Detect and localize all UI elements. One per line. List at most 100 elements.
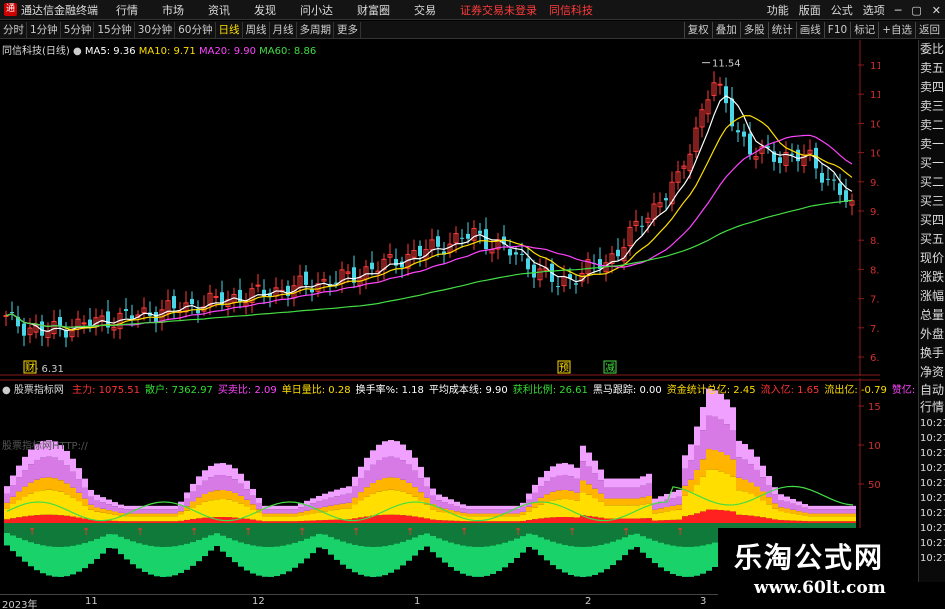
sidebar-item[interactable]: 净资 [919, 363, 945, 382]
outflow-bar-dark [160, 523, 166, 547]
outflow-bar-dark [52, 523, 58, 547]
sidebar-item[interactable]: 现价 [919, 249, 945, 268]
period-15min[interactable]: 15分钟 [95, 21, 135, 38]
price-tick-label: 9.00 [870, 207, 880, 218]
menu-market[interactable]: 市场 [162, 2, 184, 18]
tool-mark[interactable]: 标记 [850, 22, 878, 38]
inflow-bar-segment [466, 509, 472, 514]
period-multi[interactable]: 多周期 [298, 21, 334, 38]
sidebar-item[interactable]: 涨跌 [919, 268, 945, 287]
indicator-header: ● 股票指标网 主力: 1075.51 散户: 7362.97 买卖比: 2.09 单… [2, 381, 941, 396]
menu-discover[interactable]: 发现 [254, 2, 276, 18]
inflow-bar-segment [286, 509, 292, 514]
inflow-bar-segment [592, 473, 598, 489]
tool-draw[interactable]: 画线 [795, 22, 824, 38]
inflow-bar-segment [250, 495, 256, 505]
inflow-bar-segment [340, 487, 346, 495]
sidebar-item[interactable]: 买一 [919, 154, 945, 173]
inflow-bar-segment [76, 468, 82, 480]
outflow-bar-dark [328, 523, 334, 538]
inflow-bar-segment [532, 484, 538, 493]
menu-market-quotes[interactable]: 行情 [116, 2, 138, 18]
period-more[interactable]: 更多 [335, 21, 361, 38]
tool-overlay[interactable]: 叠加 [711, 22, 740, 38]
inflow-bar-segment [406, 482, 412, 494]
sidebar-item[interactable]: 卖三 [919, 97, 945, 116]
inflow-bar-segment [82, 487, 88, 499]
inflow-bar-segment [376, 515, 382, 523]
menu-news[interactable]: 资讯 [208, 2, 230, 18]
inflow-bar-segment [796, 520, 802, 523]
inflow-bar-segment [94, 494, 100, 501]
menu-layout[interactable]: 版面 [799, 2, 821, 18]
tool-back[interactable]: 返回 [915, 22, 943, 38]
tool-f10[interactable]: F10 [823, 22, 850, 38]
price-tick-label: 8.50 [870, 236, 880, 247]
inflow-bar-segment [406, 515, 412, 523]
menu-trade[interactable]: 交易 [414, 2, 436, 18]
login-notice[interactable]: 证券交易未登录 [460, 2, 537, 18]
sidebar-item[interactable]: 涨幅 [919, 287, 945, 306]
inflow-bar-segment [454, 511, 460, 515]
tick-time: 10:27 [920, 508, 945, 519]
outflow-bar-dark [70, 523, 76, 546]
maximize-icon[interactable]: ▢ [911, 4, 921, 17]
inflow-bar-segment [154, 509, 160, 514]
menu-ask[interactable]: 问小达 [300, 2, 333, 18]
period-1min[interactable]: 1分钟 [28, 21, 61, 38]
period-5min[interactable]: 5分钟 [62, 21, 95, 38]
candle-body-down [58, 317, 62, 327]
period-tick[interactable]: 分时 [1, 21, 27, 38]
sidebar-item[interactable]: 买三 [919, 192, 945, 211]
tool-add-watchlist[interactable]: +自选 [878, 22, 915, 38]
outflow-bar-dark [202, 523, 208, 538]
sidebar-item[interactable]: 买四 [919, 211, 945, 230]
inflow-bar-segment [628, 478, 634, 488]
inflow-bar-segment [4, 486, 10, 494]
menu-function[interactable]: 功能 [767, 2, 789, 18]
tick-panel-label[interactable]: 行情 [919, 399, 945, 416]
sidebar-item[interactable]: 买五 [919, 230, 945, 249]
menu-options[interactable]: 选项 [863, 2, 885, 18]
sidebar-item[interactable]: 换手 [919, 344, 945, 363]
inflow-bar-segment [310, 509, 316, 514]
tool-adjust[interactable]: 复权 [683, 22, 712, 38]
outflow-bar-dark [340, 523, 346, 542]
menu-formula[interactable]: 公式 [831, 2, 853, 18]
tick-panel-label[interactable]: 自动 [919, 382, 945, 399]
minimize-icon[interactable]: ─ [895, 4, 902, 17]
period-monthly[interactable]: 月线 [271, 21, 297, 38]
inflow-bar-segment [406, 493, 412, 516]
sidebar-item[interactable]: 买二 [919, 173, 945, 192]
period-weekly[interactable]: 周线 [244, 21, 270, 38]
inflow-bar-segment [166, 513, 172, 517]
inflow-bar-segment [670, 519, 676, 523]
tool-stats[interactable]: 统计 [767, 22, 796, 38]
ma-toggle-icon[interactable]: ● [73, 46, 82, 57]
sidebar-item[interactable]: 委比 [919, 40, 945, 59]
tool-multi-stock[interactable]: 多股 [739, 22, 768, 38]
close-icon[interactable]: ✕ [932, 4, 941, 17]
menu-wealth[interactable]: 财富圈 [357, 2, 390, 18]
period-60min[interactable]: 60分钟 [176, 21, 216, 38]
period-daily[interactable]: 日线 [217, 21, 243, 38]
indicator-toggle-icon[interactable]: ● [2, 385, 11, 396]
sidebar-item[interactable]: 外盘 [919, 325, 945, 344]
sidebar-item[interactable]: 卖五 [919, 59, 945, 78]
ma60-label: MA60: 8.86 [259, 46, 317, 57]
inflow-bar-segment [262, 521, 268, 523]
inflow-bar-segment [172, 509, 178, 514]
sidebar-item[interactable]: 卖二 [919, 116, 945, 135]
stock-notice[interactable]: 同信科技 [549, 2, 593, 18]
inflow-bar-segment [424, 504, 430, 519]
inflow-bar-segment [460, 521, 466, 523]
period-30min[interactable]: 30分钟 [136, 21, 176, 38]
candlestick-chart[interactable]: 11.50 11.00 10.50 10.00 9.50 9.00 8.50 8.00 7.50… [0, 40, 880, 376]
inflow-bar-segment [628, 487, 634, 499]
sidebar-item[interactable]: 卖四 [919, 78, 945, 97]
sidebar-item[interactable]: 总量 [919, 306, 945, 325]
sidebar-item[interactable]: 卖一 [919, 135, 945, 154]
inflow-bar-segment [160, 509, 166, 514]
inflow-bar-segment [142, 516, 148, 522]
inflow-bar-segment [28, 482, 34, 494]
